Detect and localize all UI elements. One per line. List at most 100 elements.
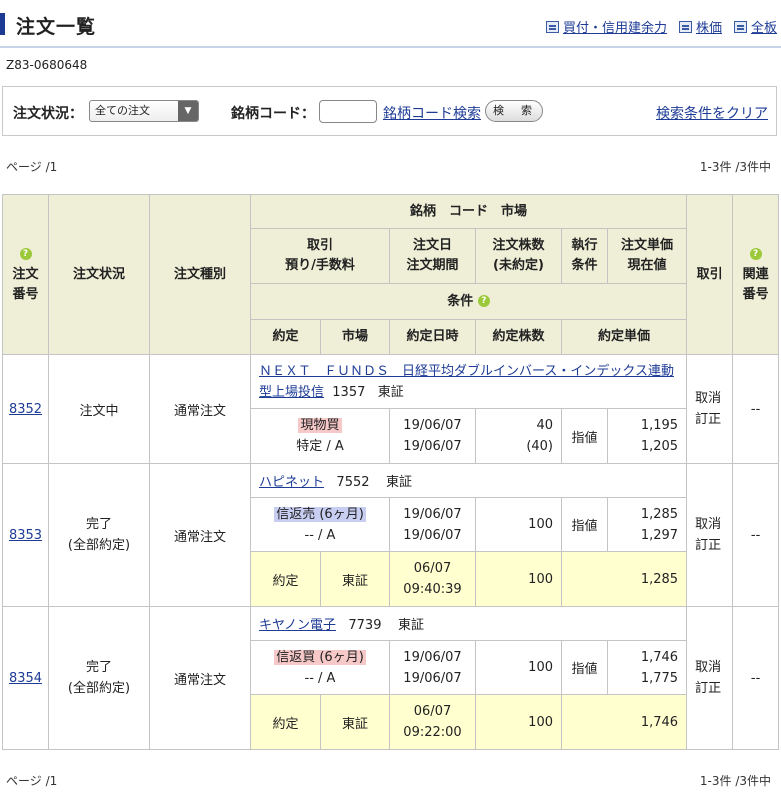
meigara-cell: ハピネット 7552 東証: [249, 463, 688, 498]
col-related-line1: 関連: [742, 266, 769, 282]
exec-cell: 指値: [561, 640, 608, 695]
col-price: 注文単価 現在値: [606, 228, 688, 284]
col-order-date-line1: 注文日: [412, 238, 452, 253]
code-search-link[interactable]: 銘柄コード検索: [383, 103, 481, 123]
page-header: 注文一覧 買付・信用建余力 株価 全板: [0, 0, 781, 48]
clear-conditions-link[interactable]: 検索条件をクリア: [656, 103, 768, 123]
trade-cell: 信返買 (6ヶ月) -- / A: [250, 640, 390, 695]
qty-cell: 40 (40): [475, 408, 562, 464]
col-yakujo-dt: 約定日時: [389, 319, 476, 355]
status-filter-select[interactable]: 全ての注文 ▼: [89, 100, 199, 122]
meigara-cell: ＮＥＸＴ ＦＵＮＤＳ 日経平均ダブルインバース・インデックス連動型上場投信 13…: [249, 354, 688, 409]
code-input[interactable]: [319, 100, 377, 123]
help-icon[interactable]: ?: [19, 248, 32, 260]
page-indicator-bottom: ページ /1: [6, 774, 58, 788]
order-no-link[interactable]: 8354: [9, 671, 42, 686]
status-cell: 完了 (全部約定): [48, 463, 150, 607]
col-price-line2: 現在値: [627, 258, 667, 273]
col-qty-line2: (未約定): [493, 258, 544, 273]
order-date: 19/06/07: [403, 418, 462, 433]
search-button[interactable]: 検 索: [485, 100, 543, 122]
col-order-date-line2: 注文期間: [406, 258, 459, 273]
col-yakujo-price: 約定単価: [560, 319, 688, 355]
stock-price-link[interactable]: 株価: [678, 17, 722, 36]
type-cell: 通常注文: [149, 606, 251, 750]
trade-tag: 信返買 (6ヶ月): [274, 649, 366, 665]
modify-action[interactable]: 訂正: [695, 412, 721, 427]
page-indicator-top: ページ /1: [6, 160, 58, 174]
stock-name-link[interactable]: キヤノン電子: [259, 618, 336, 633]
fill-market: 東証: [320, 551, 390, 607]
order-date-cell: 19/06/07 19/06/07: [389, 497, 476, 552]
col-market: 市場: [320, 319, 390, 355]
status-filter-value: 全ての注文: [95, 104, 150, 117]
help-icon[interactable]: ?: [749, 248, 762, 260]
cancel-action[interactable]: 取消: [695, 517, 721, 532]
order-no-cell: 8353: [2, 463, 49, 607]
cancel-action[interactable]: 取消: [695, 660, 721, 675]
header-links: 買付・信用建余力 株価 全板: [545, 17, 777, 36]
account-type: 特定 / A: [296, 439, 344, 454]
type-cell: 通常注文: [149, 354, 251, 464]
window-icon: [678, 20, 692, 33]
order-no-link[interactable]: 8353: [9, 528, 42, 543]
related-cell: --: [732, 606, 780, 750]
col-meigara: 銘柄 コード 市場: [249, 194, 688, 229]
result-count-top: 1-3件 /3件中: [699, 160, 771, 174]
result-count-bottom: 1-3件 /3件中: [699, 774, 771, 788]
fill-price: 1,746: [560, 694, 688, 750]
fill-time: 09:40:39: [403, 582, 462, 597]
modify-action[interactable]: 訂正: [695, 538, 721, 553]
fill-qty: 100: [475, 694, 562, 750]
col-exec: 執行 条件: [561, 228, 608, 284]
col-condition-label: 条件: [447, 293, 474, 309]
full-board-label: 全板: [750, 21, 777, 36]
fill-qty: 100: [475, 551, 562, 607]
col-order-date: 注文日 注文期間: [389, 228, 476, 284]
exec-cell: 指値: [561, 497, 608, 552]
current-price: 1,775: [640, 670, 679, 686]
col-order-no-line1: 注文: [12, 266, 39, 282]
buying-power-link[interactable]: 買付・信用建余力: [545, 17, 667, 36]
stock-market: 東証: [398, 618, 425, 633]
order-date: 19/06/07: [403, 649, 462, 665]
col-yakujo-qty: 約定株数: [475, 319, 562, 355]
order-no-link[interactable]: 8352: [9, 402, 42, 417]
help-icon[interactable]: ?: [477, 295, 490, 307]
order-qty: 40: [536, 418, 553, 433]
status-detail: (全部約定): [67, 681, 131, 696]
table-row: 8354 完了 (全部約定) 通常注文 キヤノン電子 7739 東証 取消 訂正 -…: [2, 606, 780, 750]
buying-power-label: 買付・信用建余力: [562, 21, 667, 36]
col-order-no: ? 注文番号: [2, 194, 49, 355]
table-row: 8353 完了 (全部約定) 通常注文 ハピネット 7552 東証 取消 訂正 --: [2, 463, 780, 607]
order-period: 19/06/07: [403, 670, 462, 686]
stock-name-link[interactable]: ハピネット: [259, 475, 324, 490]
stock-market: 東証: [386, 475, 413, 490]
status-detail: (全部約定): [67, 538, 131, 553]
col-related: ? 関連番号: [732, 194, 780, 355]
account-id: Z83-0680648: [6, 58, 88, 72]
document-icon: [545, 20, 559, 33]
order-price: 1,195: [640, 418, 679, 433]
modify-action[interactable]: 訂正: [695, 681, 721, 696]
col-type: 注文種別: [149, 194, 251, 355]
col-qty: 注文株数 (未約定): [475, 228, 562, 284]
fill-time: 09:22:00: [403, 725, 462, 740]
col-related-line2: 番号: [742, 286, 769, 302]
order-no-cell: 8352: [2, 354, 49, 464]
order-date-cell: 19/06/07 19/06/07: [389, 408, 476, 464]
status-cell: 完了 (全部約定): [48, 606, 150, 750]
stock-code: 1357: [332, 384, 366, 400]
orders-table: ? 注文 番号 注文状況 注文種別 銘柄 コード 市場 取引 ? 関連 番号 取引 預り/…: [2, 194, 780, 750]
trade-cell: 現物買 特定 / A: [250, 408, 390, 464]
order-date: 19/06/07: [403, 506, 462, 522]
stock-name-link[interactable]: ＮＥＸＴ ＦＵＮＤＳ 日経平均ダブルインバース・インデックス連動型上場投信: [259, 364, 674, 400]
col-order-no-line2: 番号: [12, 286, 39, 302]
window-icon: [733, 20, 747, 33]
price-cell: 1,195 1,205: [606, 408, 688, 464]
exec-cell: 指値: [561, 408, 608, 464]
full-board-link[interactable]: 全板: [733, 17, 777, 36]
fill-date: 06/07: [413, 704, 452, 719]
cancel-action[interactable]: 取消: [695, 391, 721, 406]
status-filter-label: 注文状況：: [13, 106, 83, 122]
